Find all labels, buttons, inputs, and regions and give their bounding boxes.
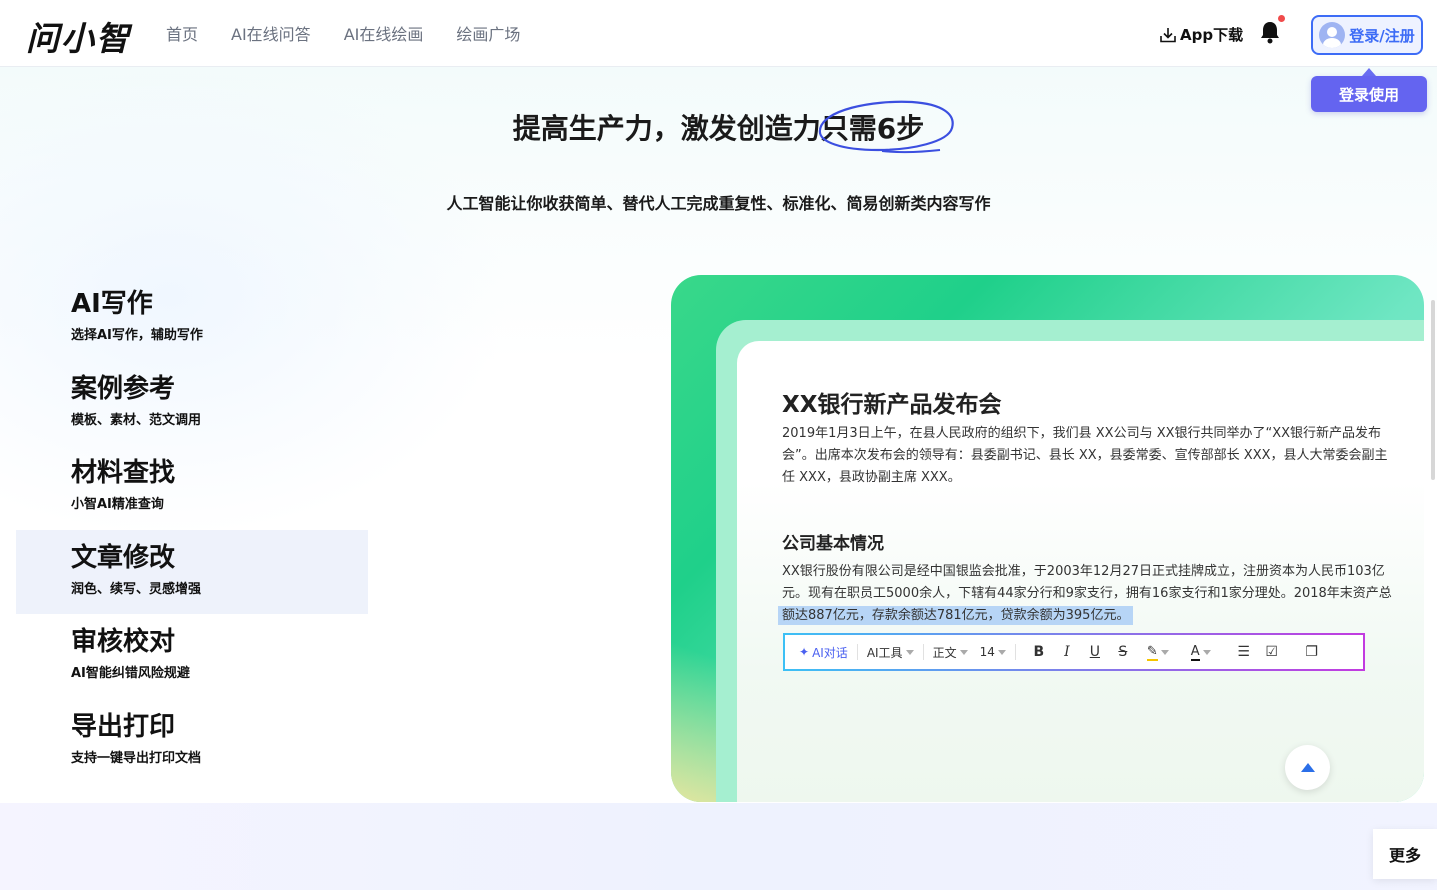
hero-title: 提高生产力，激发创造力只需6步 xyxy=(0,107,1437,147)
feature-title: 材料查找 xyxy=(71,458,176,489)
scroll-to-top-button[interactable] xyxy=(1285,745,1330,790)
bell-icon[interactable] xyxy=(1256,18,1284,46)
chevron-down-icon xyxy=(1160,649,1169,655)
ai-chat-button[interactable]: ✦ AI对话 xyxy=(799,644,848,661)
divider xyxy=(1220,644,1221,660)
feature-desc: AI智能纠错风险规避 xyxy=(71,666,190,682)
divider xyxy=(856,644,858,660)
feature-desc: 支持一键导出打印文档 xyxy=(71,750,202,766)
more-button[interactable]: 更多 xyxy=(1373,829,1437,879)
feature-title: 文章修改 xyxy=(71,542,176,573)
ai-chat-label: AI对话 xyxy=(812,645,848,660)
tooltip-arrow xyxy=(1362,68,1376,76)
feature-title: 案例参考 xyxy=(71,373,176,404)
chevron-down-icon xyxy=(905,649,914,655)
highlight-color-dropdown[interactable]: ✎ xyxy=(1146,643,1169,661)
nav-ai-drawing[interactable]: AI在线绘画 xyxy=(344,21,424,45)
login-use-button[interactable]: 登录使用 xyxy=(1311,76,1427,112)
login-register-label: 登录/注册 xyxy=(1349,26,1415,45)
main-nav: 首页 AI在线问答 AI在线绘画 绘画广场 xyxy=(166,0,520,66)
feature-list: AI写作 选择AI写作，辅助写作 案例参考 模板、素材、范文调用 材料查找 小智… xyxy=(16,276,368,784)
avatar xyxy=(1319,22,1346,48)
feature-desc: 小智AI精准查询 xyxy=(71,497,164,513)
font-size-label: 14 xyxy=(979,645,995,659)
italic-icon[interactable]: I xyxy=(1053,644,1081,660)
strikethrough-icon[interactable]: S xyxy=(1109,644,1137,660)
font-size-dropdown[interactable]: 14 xyxy=(980,645,1006,659)
feature-desc: 选择AI写作，辅助写作 xyxy=(71,328,203,343)
text-style-dropdown[interactable]: 正文 xyxy=(933,644,968,661)
feature-title: AI写作 xyxy=(71,289,153,319)
nav-ai-qa[interactable]: AI在线问答 xyxy=(231,21,311,45)
selected-text[interactable]: 额达887亿元，存款余额达781亿元，贷款余额为395亿元。 xyxy=(778,606,1134,625)
feature-desc: 模板、素材、范文调用 xyxy=(71,412,202,428)
document-preview: XX银行新产品发布会 2019年1月3日上午，在县人民政府的组织下，我们县 XX… xyxy=(737,341,1424,802)
checkbox-icon[interactable]: ☑ xyxy=(1258,644,1286,660)
underline-icon[interactable]: U xyxy=(1081,644,1109,660)
hero-title-prefix: 提高生产力，激发创造力 xyxy=(512,112,821,145)
font-color-icon: A xyxy=(1190,643,1200,661)
arrow-up-icon xyxy=(1300,763,1315,772)
hero-subtitle: 人工智能让你收获简单、替代人工完成重复性、标准化、简易创新类内容写作 xyxy=(446,194,991,213)
nav-drawing-plaza[interactable]: 绘画广场 xyxy=(456,21,520,45)
feature-ai-writing[interactable]: AI写作 选择AI写作，辅助写作 xyxy=(16,276,368,361)
feature-desc: 润色、续写、灵感增强 xyxy=(71,581,202,597)
logo[interactable]: 问小智 xyxy=(26,12,131,60)
bold-icon[interactable]: B xyxy=(1025,644,1053,660)
ai-tools-dropdown[interactable]: AI工具 xyxy=(867,644,914,661)
download-icon xyxy=(1160,27,1176,42)
highlighter-icon: ✎ xyxy=(1146,643,1158,661)
list-icon[interactable]: ☰ xyxy=(1230,644,1258,660)
feature-material-search[interactable]: 材料查找 小智AI精准查询 xyxy=(16,445,368,530)
document-section-heading: 公司基本情况 xyxy=(782,534,884,554)
top-header: 问小智 首页 AI在线问答 AI在线绘画 绘画广场 App下载 登录/注册 xyxy=(0,0,1437,67)
notification-dot xyxy=(1278,15,1285,22)
app-download-link[interactable]: App下载 xyxy=(1159,24,1243,45)
document-paragraph: 2019年1月3日上午，在县人民政府的组织下，我们县 XX公司与 XX银行共同举… xyxy=(782,426,1388,485)
paragraph-text: XX银行股份有限公司是经中国银监会批准，于2003年12月27日正式挂牌成立，注… xyxy=(782,564,1392,601)
document-title: XX银行新产品发布会 xyxy=(782,392,1002,418)
ai-tools-label: AI工具 xyxy=(866,645,903,660)
feature-title: 审核校对 xyxy=(71,627,176,658)
document-paragraph: XX银行股份有限公司是经中国银监会批准，于2003年12月27日正式挂牌成立，注… xyxy=(778,561,1392,627)
app-download-label: App下载 xyxy=(1180,26,1244,44)
copy-icon[interactable]: ❐ xyxy=(1298,644,1326,660)
divider xyxy=(922,644,924,660)
login-register-button[interactable]: 登录/注册 xyxy=(1311,15,1423,55)
demo-card: XX银行新产品发布会 2019年1月3日上午，在县人民政府的组织下，我们县 XX… xyxy=(671,275,1424,802)
scrollbar[interactable] xyxy=(1431,300,1435,480)
chevron-down-icon xyxy=(997,649,1006,655)
divider xyxy=(1014,644,1016,660)
feature-case-reference[interactable]: 案例参考 模板、素材、范文调用 xyxy=(16,361,368,446)
sparkle-icon: ✦ xyxy=(799,645,810,659)
bottom-band xyxy=(0,803,1437,890)
feature-review-proofread[interactable]: 审核校对 AI智能纠错风险规避 xyxy=(16,614,368,699)
feature-export-print[interactable]: 导出打印 支持一键导出打印文档 xyxy=(16,699,368,784)
feature-title: 导出打印 xyxy=(71,711,176,742)
chevron-down-icon xyxy=(1202,649,1211,655)
circle-highlight-icon xyxy=(818,100,954,154)
feature-article-revision[interactable]: 文章修改 润色、续写、灵感增强 xyxy=(16,529,368,615)
chevron-down-icon xyxy=(959,649,968,655)
nav-home[interactable]: 首页 xyxy=(166,21,198,45)
editor-toolbar: ✦ AI对话 AI工具 正文 14 B I U S ✎ A ☰ ☑ ❐ xyxy=(783,633,1365,671)
font-color-dropdown[interactable]: A xyxy=(1190,643,1211,661)
text-style-label: 正文 xyxy=(932,645,957,660)
